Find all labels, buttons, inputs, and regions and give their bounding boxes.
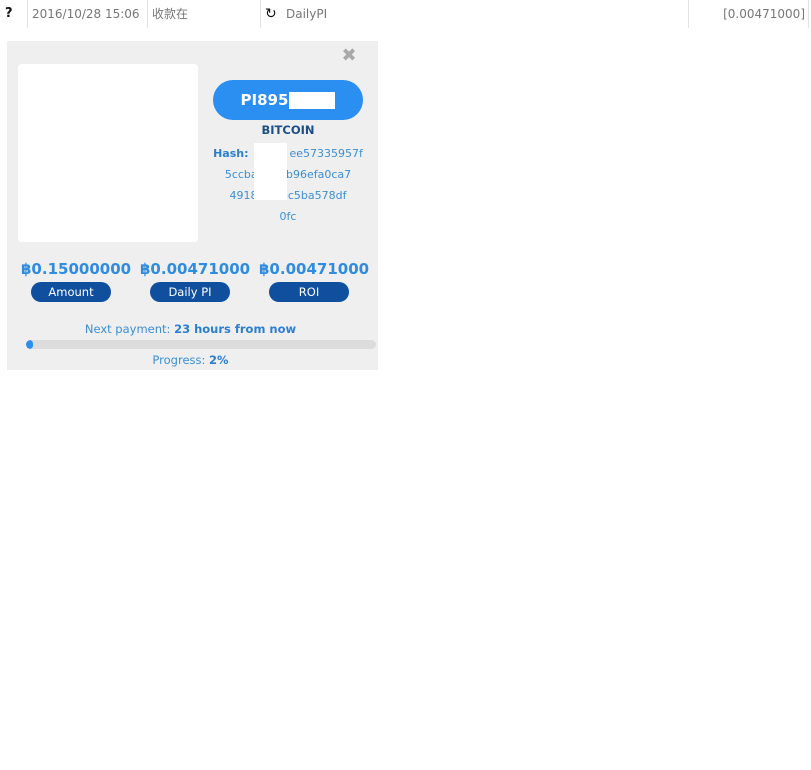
stat-value: ฿0.15000000 bbox=[21, 260, 132, 278]
stat-label-pill: Amount bbox=[31, 282, 111, 302]
close-icon[interactable]: ✖ bbox=[340, 47, 358, 65]
progress-text: Progress: 2% bbox=[7, 353, 374, 367]
column-divider bbox=[808, 0, 809, 28]
transaction-amount: [0.00471000] bbox=[723, 7, 805, 21]
hash-line-3: 4918ca 56c5ba578df bbox=[229, 189, 347, 202]
transaction-type: DailyPI bbox=[286, 7, 328, 21]
progress-bar-fill bbox=[26, 340, 33, 349]
progress-value: 2% bbox=[209, 353, 229, 367]
plan-id-redaction bbox=[289, 91, 336, 109]
next-payment-value: 23 hours from now bbox=[174, 322, 297, 336]
hash-part: ee57335957f bbox=[289, 147, 363, 160]
stat-amount: ฿0.15000000 Amount bbox=[21, 259, 132, 302]
plan-id-button[interactable]: PI895 bbox=[213, 80, 363, 120]
column-divider bbox=[27, 0, 28, 28]
refresh-icon: ↻ bbox=[265, 6, 277, 22]
stat-value: ฿0.00471000 bbox=[140, 260, 251, 278]
stat-daily-pi: ฿0.00471000 Daily PI bbox=[140, 259, 251, 302]
transaction-datetime: 2016/10/28 15:06 bbox=[32, 7, 140, 21]
plan-detail-panel: ✖ PI895 BITCOIN Hash: ee57335957f 5ccbaf… bbox=[7, 41, 378, 370]
hash-line-2: 5ccbaf9 37b96efa0ca7 bbox=[224, 168, 352, 181]
column-divider bbox=[688, 0, 689, 28]
plan-id-label: PI895 bbox=[240, 91, 289, 109]
stat-value: ฿0.00471000 bbox=[259, 260, 370, 278]
qr-code-area bbox=[18, 64, 198, 242]
column-divider bbox=[147, 0, 148, 28]
next-payment-label: Next payment: bbox=[84, 322, 171, 336]
help-icon: ? bbox=[5, 6, 13, 21]
progress-label: Progress: bbox=[152, 353, 206, 367]
column-divider bbox=[260, 0, 261, 28]
hash-line-4: 0fc bbox=[279, 210, 297, 223]
transaction-row[interactable]: ? 2016/10/28 15:06 收款在 ↻ DailyPI [0.0047… bbox=[0, 0, 811, 28]
next-payment-text: Next payment: 23 hours from now bbox=[7, 322, 374, 336]
transaction-status: 收款在 bbox=[152, 7, 189, 21]
coin-name: BITCOIN bbox=[261, 123, 315, 137]
stat-roi: ฿0.00471000 ROI bbox=[259, 259, 370, 302]
stat-label-pill: Daily PI bbox=[150, 282, 230, 302]
hash-line-1: Hash: ee57335957f bbox=[211, 143, 365, 164]
stat-label-pill: ROI bbox=[269, 282, 349, 302]
hash-label: Hash: bbox=[213, 147, 249, 160]
hash-block: Hash: ee57335957f 5ccbaf9 37b96efa0ca7 4… bbox=[211, 143, 365, 227]
progress-bar bbox=[26, 340, 376, 349]
hash-redaction bbox=[254, 143, 287, 200]
